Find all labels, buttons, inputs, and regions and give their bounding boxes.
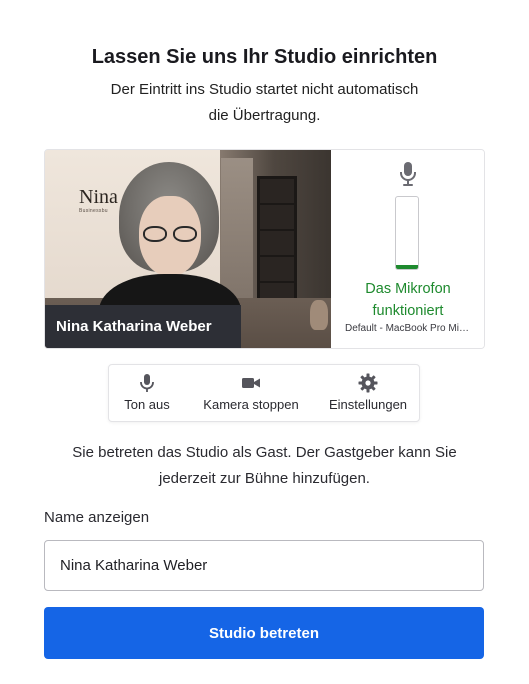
microphone-level-fill (396, 265, 418, 269)
microphone-status-line-1: Das Mikrofon (365, 281, 451, 297)
guest-info-line-1: Sie betreten das Studio als Gast. Der Ga… (72, 444, 457, 461)
preview-panel: Nina Businessbu Nina Katharina Weber Das… (44, 149, 485, 349)
participant-name-tag: Nina Katharina Weber (45, 305, 241, 348)
video-camera-icon (242, 378, 260, 388)
microphone-panel: Das Mikrofon funktioniert Default - MacB… (331, 150, 484, 348)
microphone-status-line-2: funktioniert (372, 303, 444, 319)
join-studio-button[interactable]: Studio betreten (44, 607, 484, 659)
camera-preview: Nina Businessbu Nina Katharina Weber (45, 150, 331, 348)
bookshelf (257, 176, 297, 304)
subtitle-line-2: die Übertragung. (208, 107, 321, 124)
display-name-input[interactable] (44, 540, 484, 591)
mute-button[interactable]: Ton aus (115, 365, 179, 421)
microphone-level-meter (395, 196, 419, 270)
subtitle-line-1: Der Eintritt ins Studio startet nicht au… (110, 81, 419, 98)
gear-icon (358, 373, 378, 393)
wall-sign-sub: Businessbu (79, 208, 108, 214)
guest-info-line-2: jederzeit zur Bühne hinzufügen. (159, 470, 370, 487)
microphone-device-name: Default - MacBook Pro Microphone (345, 323, 473, 334)
microphone-icon (140, 374, 154, 392)
display-name-label: Name anzeigen (44, 509, 150, 526)
microphone-icon (400, 162, 416, 186)
studio-setup-page: Lassen Sie uns Ihr Studio einrichten Der… (0, 0, 529, 684)
mute-button-label: Ton aus (124, 397, 170, 412)
settings-button[interactable]: Einstellungen (321, 365, 415, 421)
settings-button-label: Einstellungen (328, 397, 408, 412)
page-subtitle: Der Eintritt ins Studio startet nicht au… (80, 77, 449, 129)
page-title: Lassen Sie uns Ihr Studio einrichten (91, 46, 438, 68)
microphone-status: Das Mikrofon funktioniert (331, 278, 484, 322)
guest-info-text: Sie betreten das Studio als Gast. Der Ga… (46, 440, 483, 492)
media-controls: Ton aus Kamera stoppen Einstellungen (108, 364, 420, 422)
stop-camera-button-label: Kamera stoppen (203, 397, 299, 412)
stop-camera-button[interactable]: Kamera stoppen (193, 365, 309, 421)
